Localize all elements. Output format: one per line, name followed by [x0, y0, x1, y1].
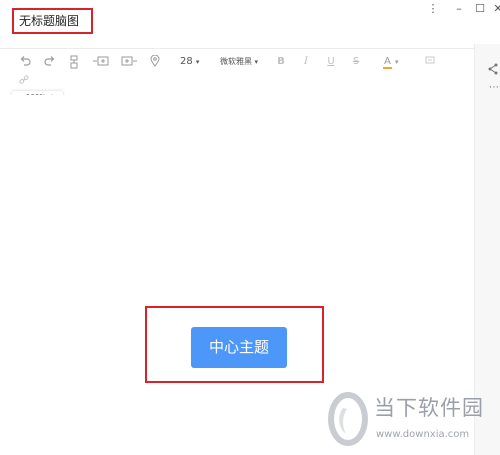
more-icon[interactable]: ⋯ [489, 82, 499, 93]
maximize-button[interactable]: ☐ [472, 2, 488, 16]
title-bar: 无标题脑图 ⋮ – ☐ ✕ [0, 0, 500, 44]
font-color-button[interactable]: A ▾ [383, 55, 403, 69]
watermark: 当下软件园 www.downxia.com [326, 390, 496, 450]
central-topic-node[interactable]: 中心主题 [191, 327, 287, 368]
font-family-select[interactable]: 微软雅黑 ▾ [220, 55, 264, 69]
minimize-button[interactable]: – [451, 2, 467, 16]
insert-parent-topic-icon[interactable] [120, 55, 138, 69]
document-title[interactable]: 无标题脑图 [12, 8, 93, 34]
share-icon[interactable] [488, 60, 498, 79]
bold-button[interactable]: B [275, 55, 287, 69]
more-options-icon[interactable]: ⋮ [425, 2, 441, 16]
italic-button[interactable]: I [300, 55, 312, 69]
watermark-logo-icon [328, 392, 368, 446]
insert-child-topic-icon[interactable] [67, 55, 81, 69]
chevron-down-icon: ▾ [254, 58, 259, 66]
note-icon[interactable] [424, 55, 436, 69]
font-size-value: 28 [180, 56, 193, 67]
underline-button[interactable]: U [325, 55, 337, 69]
font-family-value: 微软雅黑 [220, 57, 252, 66]
chevron-down-icon: ▾ [195, 58, 200, 66]
redo-icon[interactable] [43, 55, 57, 69]
undo-icon[interactable] [18, 55, 32, 69]
watermark-url: www.downxia.com [376, 429, 470, 440]
font-size-select[interactable]: 28 ▾ [180, 55, 206, 69]
chevron-down-icon: ▾ [395, 58, 399, 66]
watermark-text: 当下软件园 [374, 396, 484, 420]
close-button[interactable]: ✕ [490, 2, 500, 16]
link-icon[interactable] [18, 75, 30, 89]
strikethrough-button[interactable]: S [350, 55, 362, 69]
font-color-letter: A [383, 56, 392, 69]
toolbar: 28 ▾ 微软雅黑 ▾ B I U S A ▾ [0, 48, 474, 96]
insert-sibling-topic-icon[interactable] [92, 55, 110, 69]
location-icon[interactable] [149, 55, 161, 69]
